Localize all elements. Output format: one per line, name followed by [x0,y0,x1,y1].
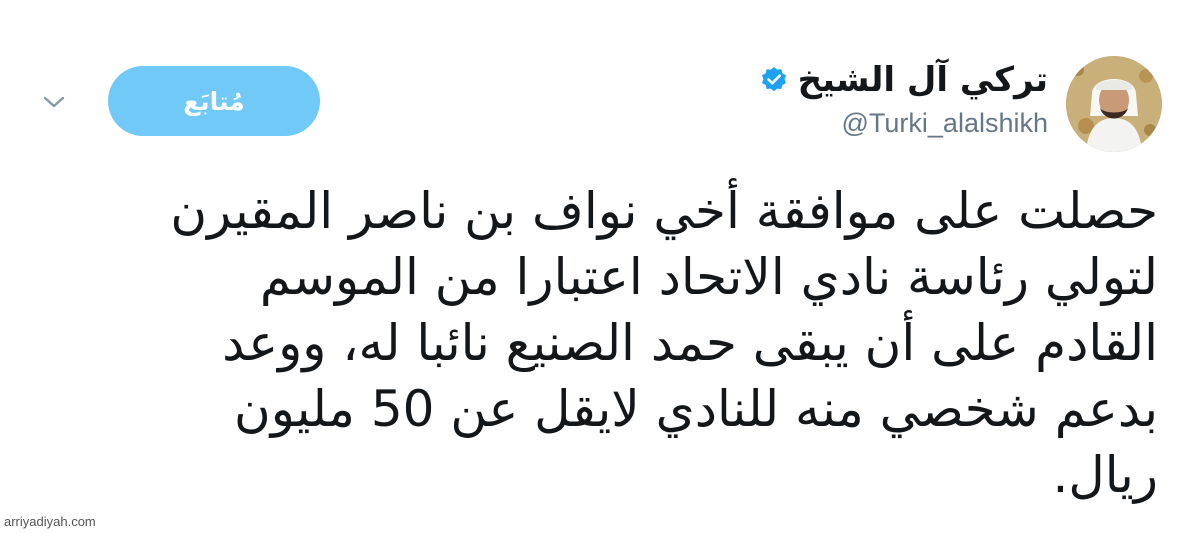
avatar[interactable] [1066,56,1162,152]
tweet-text-line: القادم على أن يبقى حمد الصنيع نائبا له، … [222,314,1158,372]
tweet-text-line: حصلت على موافقة أخي نواف بن ناصر المقيرن [170,182,1158,240]
tweet-text-line: لتولي رئاسة نادي الاتحاد اعتبارا من المو… [259,248,1158,306]
avatar-image [1066,56,1162,152]
chevron-down-icon[interactable] [40,92,68,112]
tweet-card: تركي آل الشيخ @Turki_alalshikh مُتابَع ح… [0,0,1200,534]
tweet-text: حصلت على موافقة أخي نواف بن ناصر المقيرن… [68,178,1158,508]
tweet-text-line: بدعم شخصي منه للنادي لايقل عن 50 مليون [233,380,1158,438]
author-handle[interactable]: @Turki_alalshikh [842,108,1048,139]
following-button[interactable]: مُتابَع [108,66,320,136]
source-watermark: arriyadiyah.com [4,514,96,529]
verified-badge-icon [761,67,786,92]
author-name-row: تركي آل الشيخ [760,58,1048,102]
author-display-name[interactable]: تركي آل الشيخ [798,58,1048,102]
tweet-text-line: ريال. [1052,446,1158,504]
